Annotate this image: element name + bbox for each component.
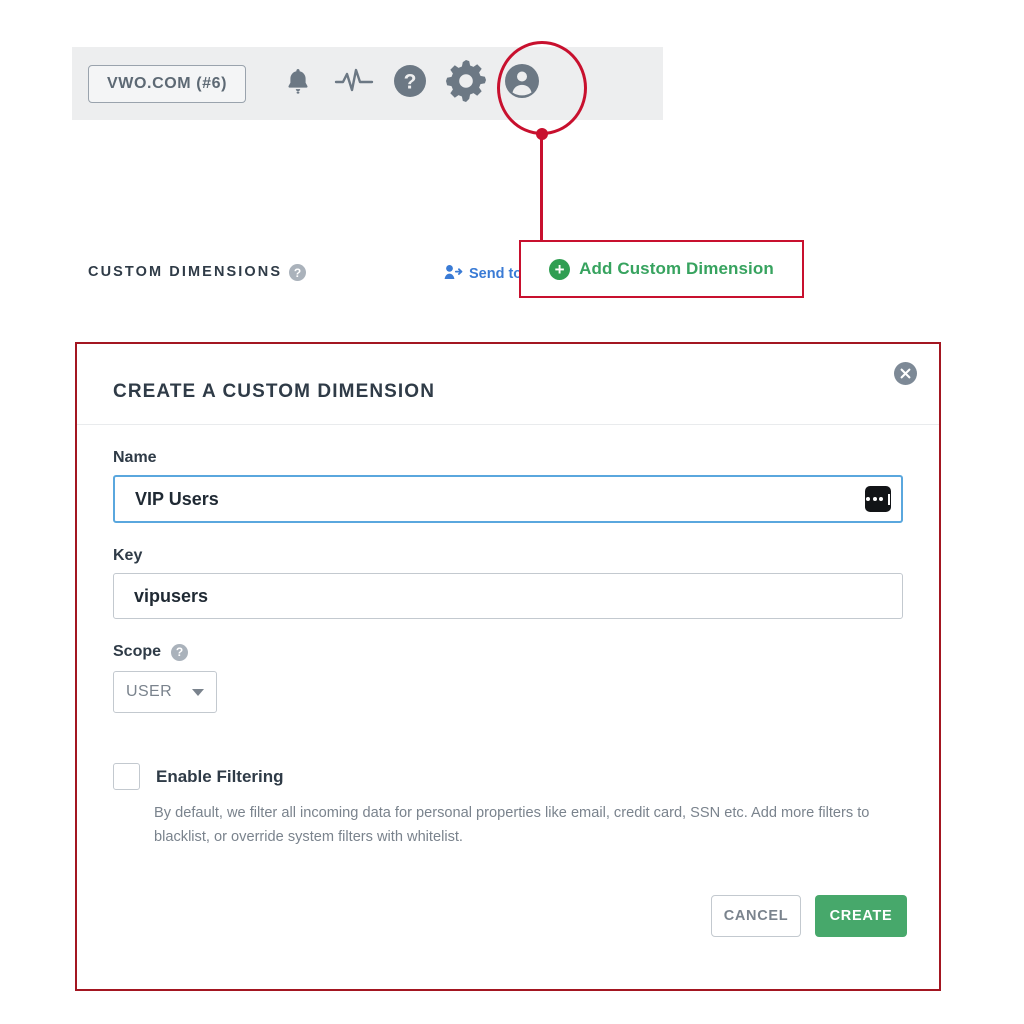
key-input-value: vipusers (114, 586, 208, 607)
settings-button[interactable] (438, 47, 494, 120)
plus-circle-icon: + (549, 259, 570, 280)
enable-filtering-label: Enable Filtering (156, 767, 284, 787)
add-custom-dimension-callout: + Add Custom Dimension (519, 240, 804, 298)
scope-help-button[interactable]: ? (171, 644, 188, 661)
close-icon (899, 367, 912, 380)
help-button[interactable]: ? (382, 47, 438, 120)
add-custom-dimension-button[interactable]: + Add Custom Dimension (549, 259, 774, 280)
create-custom-dimension-modal: CREATE A CUSTOM DIMENSION Name VIP Users… (75, 342, 941, 991)
key-field-group: Key vipusers (113, 547, 903, 619)
enable-filtering-checkbox[interactable] (113, 763, 140, 790)
modal-title: CREATE A CUSTOM DIMENSION (113, 381, 435, 403)
svg-text:?: ? (404, 71, 417, 94)
page-title: CUSTOM DIMENSIONS (88, 264, 282, 280)
question-mark-icon: ? (393, 64, 427, 103)
name-label: Name (113, 449, 903, 467)
connector-line-annotation (540, 136, 543, 242)
key-label: Key (113, 547, 903, 565)
enable-filtering-row: Enable Filtering (113, 763, 903, 790)
text-input-indicator-icon (865, 486, 891, 512)
scope-label-row: Scope ? (113, 643, 903, 661)
question-mark-icon: ? (171, 644, 188, 661)
add-custom-dimension-label: Add Custom Dimension (579, 259, 774, 279)
send-to-icon (444, 264, 463, 284)
close-button[interactable] (894, 362, 917, 385)
enable-filtering-group: Enable Filtering By default, we filter a… (113, 763, 903, 849)
modal-header: CREATE A CUSTOM DIMENSION (77, 344, 939, 425)
scope-label: Scope (113, 643, 161, 661)
name-field-group: Name VIP Users (113, 449, 903, 523)
scope-dropdown[interactable]: USER (113, 671, 217, 713)
custom-dimensions-help-button[interactable]: ? (289, 264, 306, 281)
enable-filtering-description: By default, we filter all incoming data … (154, 801, 884, 849)
cancel-button[interactable]: CANCEL (711, 895, 801, 937)
question-mark-icon: ? (289, 264, 306, 281)
pulse-icon (334, 68, 374, 99)
bell-icon (285, 67, 311, 100)
scope-selected-value: USER (126, 683, 172, 701)
chevron-down-icon (192, 689, 204, 696)
gear-icon (441, 56, 491, 111)
create-button[interactable]: CREATE (815, 895, 907, 937)
activity-button[interactable] (326, 47, 382, 120)
notifications-button[interactable] (270, 47, 326, 120)
site-selector-pill[interactable]: VWO.COM (#6) (88, 65, 246, 103)
scope-field-group: Scope ? USER (113, 643, 903, 713)
name-input[interactable]: VIP Users (113, 475, 903, 523)
name-input-value: VIP Users (115, 489, 219, 510)
top-toolbar: VWO.COM (#6) ? (72, 47, 663, 120)
send-to-label: Send to (469, 266, 522, 282)
modal-footer: CANCEL CREATE (711, 895, 907, 937)
avatar-icon (504, 63, 540, 104)
send-to-link[interactable]: Send to (444, 264, 522, 284)
modal-body: Name VIP Users Key vipusers Scope ? (77, 449, 939, 849)
key-input[interactable]: vipusers (113, 573, 903, 619)
account-button[interactable] (494, 47, 550, 120)
